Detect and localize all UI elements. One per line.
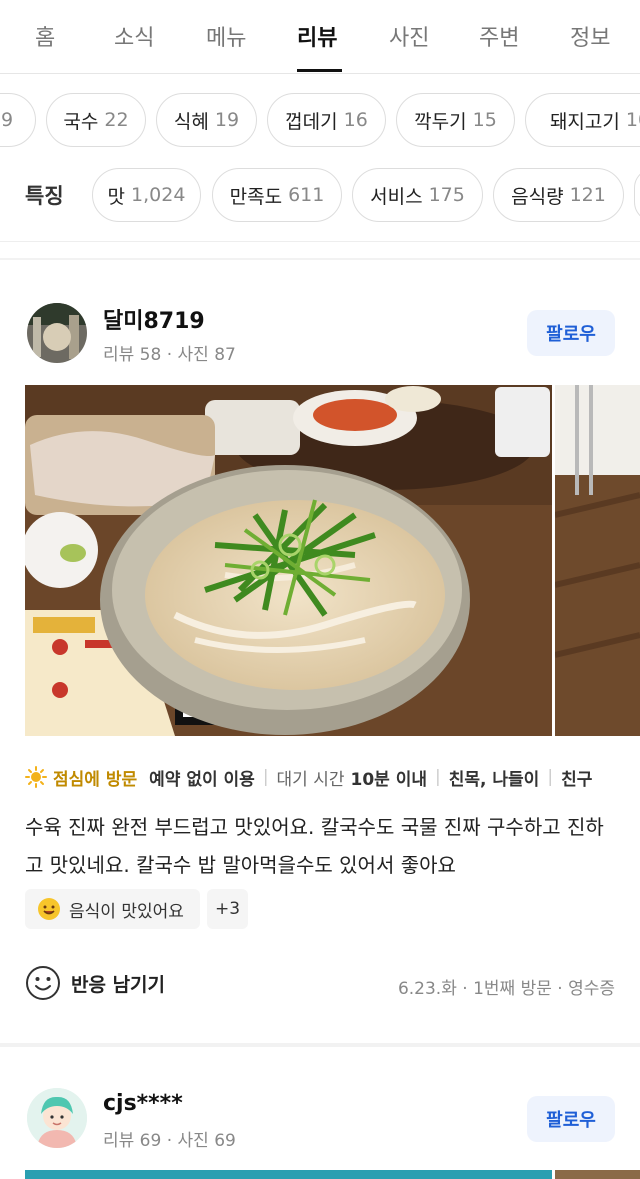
wait-label: 대기 시간 xyxy=(276,769,345,790)
follow-button[interactable]: 팔로우 xyxy=(527,1096,615,1142)
tab-bar: 홈 소식 메뉴 리뷰 사진 주변 정보 xyxy=(0,0,640,74)
visit-count: 1번째 방문 xyxy=(473,979,552,999)
smile-emoji-icon xyxy=(38,898,60,920)
feature-chip-portion[interactable]: 음식량 121 xyxy=(493,168,624,222)
visit-purpose: 친목, 나들이 xyxy=(448,769,540,790)
visit-info: 점심에 방문 예약 없이 이용 | 대기 시간 10분 이내 | 친목, 나들이… xyxy=(25,764,592,790)
tab-menu[interactable]: 메뉴 xyxy=(206,20,246,52)
reservation-info: 예약 없이 이용 xyxy=(149,769,255,790)
feature-chip-service[interactable]: 서비스 175 xyxy=(352,168,483,222)
follow-button[interactable]: 팔로우 xyxy=(527,310,615,356)
menu-chip-row: 39 국수22 식혜19 껍데기16 깍두기15 돼지고기10 xyxy=(0,93,640,149)
tab-nearby[interactable]: 주변 xyxy=(479,20,519,52)
review-text[interactable]: 수육 진짜 완전 부드럽고 맛있어요. 칼국수도 국물 진짜 구수하고 진하고 … xyxy=(25,808,620,884)
tab-photos[interactable]: 사진 xyxy=(389,20,429,52)
feature-chip-more[interactable] xyxy=(634,168,640,222)
username[interactable]: 달미8719 xyxy=(103,303,205,335)
menu-chip-noodle[interactable]: 국수 22 xyxy=(46,93,146,147)
avatar[interactable] xyxy=(27,303,87,363)
smiley-face-icon xyxy=(26,966,60,1000)
keyword-label: 음식이 맛있어요 xyxy=(69,901,184,922)
active-tab-indicator xyxy=(297,69,342,72)
tab-news[interactable]: 소식 xyxy=(114,20,154,52)
feature-chip-row: 맛 1,024 만족도 611 서비스 175 음식량 121 xyxy=(0,168,640,224)
tab-reviews[interactable]: 리뷰 xyxy=(297,20,337,52)
section-gap xyxy=(0,1043,640,1047)
menu-chip-sikhye[interactable]: 식혜 19 xyxy=(156,93,257,147)
wait-value: 10분 이내 xyxy=(350,769,428,790)
review-date: 6.23.화 xyxy=(397,979,457,999)
feature-chip-satisfaction[interactable]: 만족도 611 xyxy=(212,168,342,222)
keyword-more-button[interactable]: +3 xyxy=(207,889,248,929)
menu-chip-kkakdugi[interactable]: 깍두기 15 xyxy=(396,93,515,147)
username[interactable]: cjs**** xyxy=(103,1091,183,1116)
receipt-badge: 영수증 xyxy=(568,979,615,999)
review-photo[interactable] xyxy=(555,1170,640,1179)
avatar[interactable] xyxy=(27,1088,87,1148)
menu-chip-pork[interactable]: 돼지고기10 xyxy=(525,93,640,147)
react-button[interactable]: 반응 남기기 xyxy=(25,965,165,1001)
keyword-tag[interactable]: 음식이 맛있어요 xyxy=(25,889,200,929)
menu-chip[interactable]: 39 xyxy=(0,93,36,147)
review-photo[interactable] xyxy=(555,385,640,736)
feature-chip-taste[interactable]: 맛 1,024 xyxy=(92,168,201,222)
user-meta: 리뷰 58 · 사진 87 xyxy=(103,345,236,365)
react-label: 반응 남기기 xyxy=(71,973,166,996)
user-meta: 리뷰 69 · 사진 69 xyxy=(103,1131,236,1151)
review-photo[interactable] xyxy=(25,1170,552,1179)
section-gap xyxy=(0,258,640,260)
divider xyxy=(0,241,640,242)
sun-icon xyxy=(25,766,47,788)
tab-info[interactable]: 정보 xyxy=(570,20,610,52)
review-photo[interactable] xyxy=(25,385,552,736)
menu-chip-pork-skin[interactable]: 껍데기 16 xyxy=(267,93,386,147)
visit-time: 점심에 방문 xyxy=(53,769,138,790)
review-footer-meta: 6.23.화 · 1번째 방문 · 영수증 xyxy=(397,979,615,999)
tab-home[interactable]: 홈 xyxy=(35,20,55,52)
companion: 친구 xyxy=(561,769,593,790)
